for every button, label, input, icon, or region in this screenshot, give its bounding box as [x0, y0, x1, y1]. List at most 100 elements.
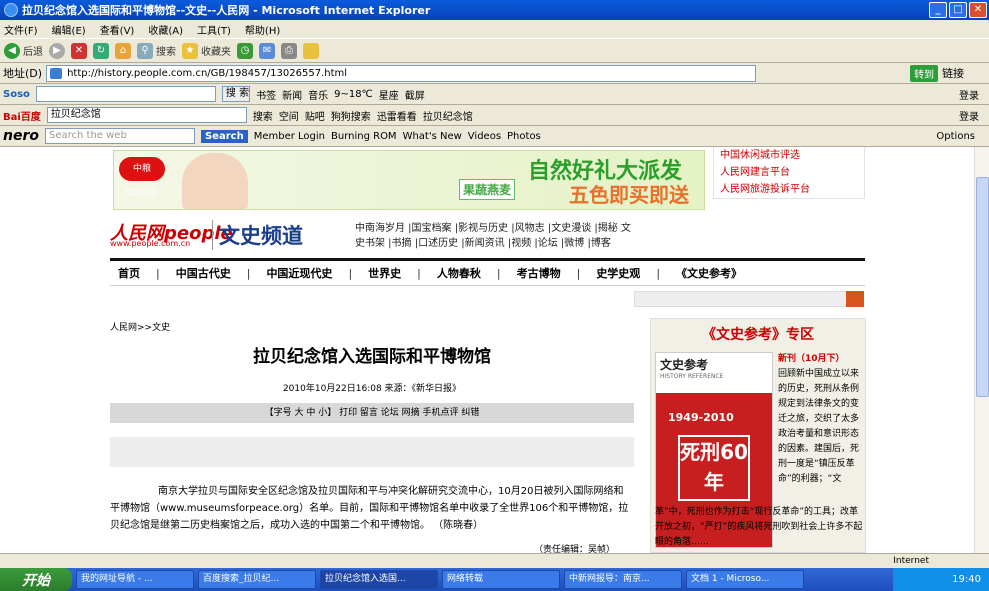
cofco-logo: 中粮 COFCO	[119, 157, 165, 198]
star-icon: ★	[182, 42, 198, 59]
soso-music[interactable]: 音乐	[308, 87, 328, 102]
baidu-login[interactable]: 登录	[959, 108, 979, 123]
soso-screenshot[interactable]: 截屏	[405, 87, 425, 102]
side-link[interactable]: 中国休闲城市评选	[720, 147, 864, 164]
side-links: 中国休闲城市评选 人民网建言平台 人民网旅游投诉平台	[713, 147, 865, 199]
nav-historiography[interactable]: 史学史观	[596, 265, 640, 281]
address-bar: 地址(D) http://history.people.com.cn/GB/19…	[0, 63, 989, 84]
go-button[interactable]: 转到	[910, 64, 939, 82]
baidu-keyword[interactable]: 拉贝纪念馆	[423, 108, 473, 123]
nav-modern[interactable]: 中国近现代史	[266, 265, 332, 281]
home-icon[interactable]: ⌂	[115, 42, 131, 59]
menu-file[interactable]: 文件(F)	[4, 22, 38, 37]
baidu-tieba[interactable]: 贴吧	[305, 108, 325, 123]
nav-reference[interactable]: 《文史参考》	[676, 265, 742, 281]
history-icon[interactable]: ◷	[237, 42, 253, 59]
favorites-button[interactable]: ★ 收藏夹	[182, 42, 231, 59]
soso-login[interactable]: 登录	[959, 87, 979, 102]
menu-edit[interactable]: 编辑(E)	[52, 22, 86, 37]
task-item[interactable]: 中新网报导：南京...	[564, 570, 682, 589]
task-item[interactable]: 文档 1 - Microso...	[686, 570, 804, 589]
magazine-name: 文史参考	[660, 358, 709, 372]
nero-member-login[interactable]: Member Login	[254, 131, 325, 142]
baidu-xunlei[interactable]: 迅雷看看	[377, 108, 417, 123]
panel-text-2: 革”中，死刑也作为打击“现行反革命”的工具；改革开放之初，“严打”的疾风将死刑吹…	[655, 507, 863, 547]
editor-note: （责任编辑：吴帧）	[534, 545, 616, 553]
baidu-gougou[interactable]: 狗狗搜索	[331, 108, 371, 123]
people-url: www.people.com.cn	[110, 239, 191, 248]
menu-tools[interactable]: 工具(T)	[197, 22, 231, 37]
soso-search-input[interactable]	[35, 86, 216, 102]
banner-subtitle: 五色即买即送	[569, 183, 689, 207]
stop-icon[interactable]: ✕	[71, 42, 87, 59]
vertical-scrollbar[interactable]	[974, 147, 989, 553]
refresh-icon[interactable]: ↻	[93, 42, 109, 59]
nav-world[interactable]: 世界史	[368, 265, 401, 281]
back-button[interactable]: ◀ 后退	[4, 42, 43, 59]
nav-figures[interactable]: 人物春秋	[437, 265, 481, 281]
baidu-space[interactable]: 空间	[279, 108, 299, 123]
cover-headline: 死刑60年	[678, 435, 750, 501]
article-tools[interactable]: 【字号 大 中 小】 打印 留言 论坛 网摘 手机点评 纠错	[110, 403, 634, 423]
start-button[interactable]: 开始	[0, 568, 72, 591]
soso-horoscope[interactable]: 星座	[379, 87, 399, 102]
nero-videos[interactable]: Videos	[468, 131, 501, 142]
task-item[interactable]: 我的网址导航 - ...	[76, 570, 194, 589]
baidu-logo: Bai百度	[3, 111, 41, 123]
forward-arrow-icon: ▶	[49, 42, 65, 59]
ad-banner[interactable]: 中粮 COFCO 果蔬燕麦 自然好礼大派发 五色即买即送	[113, 150, 705, 210]
task-item-active[interactable]: 拉贝纪念馆入选国...	[320, 570, 438, 589]
top-links[interactable]: 中南海岁月 |国宝档案 |影视与历史 |风物志 |文史漫谈 |揭秘 文史书架 |…	[355, 221, 635, 251]
menu-bar: 文件(F) 编辑(E) 查看(V) 收藏(A) 工具(T) 帮助(H)	[0, 20, 989, 38]
task-item[interactable]: 百度搜索_拉贝纪...	[198, 570, 316, 589]
baidu-search[interactable]: 搜索	[253, 108, 273, 123]
menu-help[interactable]: 帮助(H)	[245, 22, 280, 37]
address-input[interactable]: http://history.people.com.cn/GB/198457/1…	[46, 64, 757, 82]
forward-button[interactable]: ▶	[49, 42, 65, 59]
soso-news[interactable]: 新闻	[282, 87, 302, 102]
search-icon[interactable]	[846, 291, 864, 307]
nero-photos[interactable]: Photos	[507, 131, 541, 142]
nero-burning-rom[interactable]: Burning ROM	[331, 131, 397, 142]
soso-toolbar: Soso 搜 索 书签 新闻 音乐 9~18℃ 星座 截屏 登录	[0, 84, 989, 105]
scroll-thumb[interactable]	[976, 177, 989, 397]
taskbar: 开始 我的网址导航 - ... 百度搜索_拉贝纪... 拉贝纪念馆入选国... …	[0, 568, 989, 591]
soso-bookmark[interactable]: 书签	[256, 87, 276, 102]
search-button[interactable]: ⚲ 搜索	[137, 42, 176, 59]
print-icon[interactable]: ⎙	[281, 42, 297, 59]
links-label[interactable]: 链接	[942, 65, 964, 81]
nav-home[interactable]: 首页	[118, 265, 140, 281]
baidu-search-input[interactable]: 拉贝纪念馆	[46, 107, 247, 123]
soso-weather[interactable]: 9~18℃	[334, 89, 373, 100]
issue-label[interactable]: 新刊（10月下）	[778, 352, 864, 367]
folder-icon[interactable]	[303, 42, 319, 59]
nero-search-button[interactable]: Search	[200, 129, 248, 143]
close-button[interactable]: ✕	[969, 2, 987, 18]
banner-brand: 果蔬燕麦	[459, 179, 516, 200]
address-label: 地址(D)	[3, 67, 43, 80]
nero-search-input[interactable]: Search the web	[44, 128, 195, 144]
maximize-button[interactable]: □	[949, 2, 967, 18]
site-search-input[interactable]	[634, 291, 864, 307]
menu-view[interactable]: 查看(V)	[100, 22, 135, 37]
soso-search-button[interactable]: 搜 索	[221, 86, 251, 102]
nav-ancient[interactable]: 中国古代史	[176, 265, 231, 281]
breadcrumb[interactable]: 人民网>>文史	[110, 320, 170, 333]
baidu-toolbar: Bai百度 拉贝纪念馆 搜索 空间 贴吧 狗狗搜索 迅雷看看 拉贝纪念馆 登录	[0, 105, 989, 126]
panel-text: 新刊（10月下） 回顾新中国成立以来的历史，死刑从条例规定到法律条文的变迁之旅，…	[778, 352, 864, 487]
clock[interactable]: 19:40	[952, 574, 981, 585]
zone-label: Internet	[893, 556, 929, 566]
task-item[interactable]: 网络转载	[442, 570, 560, 589]
standard-toolbar: ◀ 后退 ▶ ✕ ↻ ⌂ ⚲ 搜索 ★ 收藏夹 ◷ ✉ ⎙	[0, 38, 989, 63]
side-link[interactable]: 人民网建言平台	[720, 164, 864, 181]
menu-favorites[interactable]: 收藏(A)	[148, 22, 183, 37]
nero-whats-new[interactable]: What's New	[403, 131, 462, 142]
ie-window: 拉贝纪念馆入选国际和平博物馆--文史--人民网 - Microsoft Inte…	[0, 0, 989, 591]
minimize-button[interactable]: _	[929, 2, 947, 18]
channel-title: 文史频道	[212, 220, 303, 250]
nav-archaeology[interactable]: 考古博物	[517, 265, 561, 281]
mail-icon[interactable]: ✉	[259, 42, 275, 59]
nero-options[interactable]: Options	[936, 131, 975, 142]
soso-logo: Soso	[3, 88, 30, 100]
side-link[interactable]: 人民网旅游投诉平台	[720, 181, 864, 198]
